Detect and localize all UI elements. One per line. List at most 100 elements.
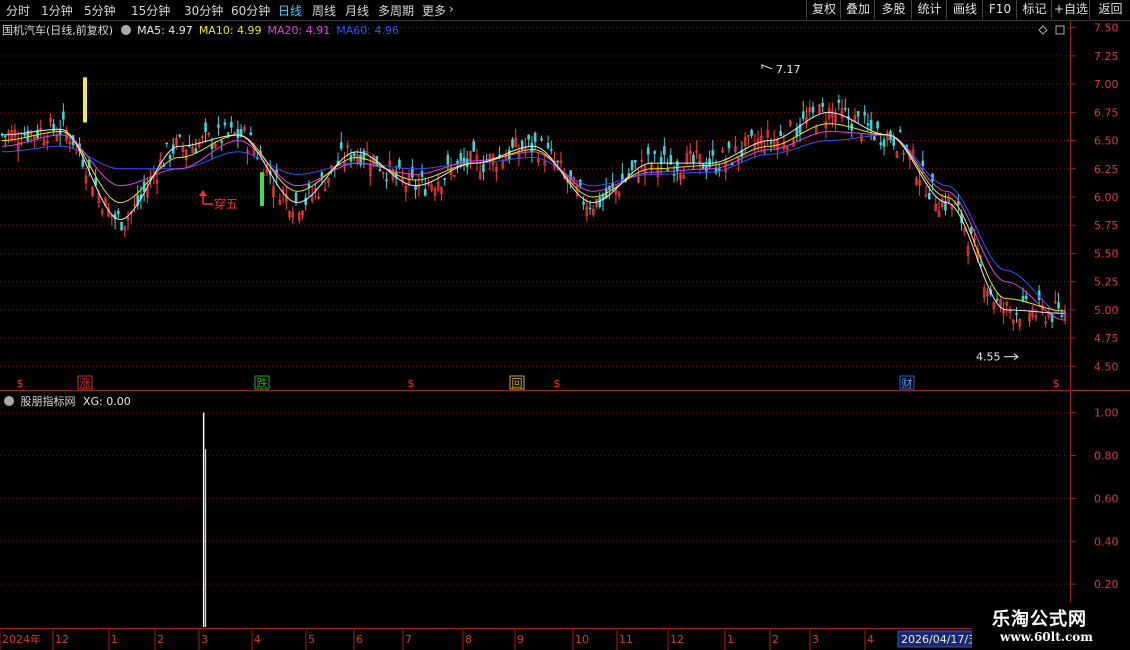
toolbar-button-4[interactable]: 画线 [946, 0, 983, 19]
candle-body [230, 121, 233, 128]
candle-body [873, 136, 876, 140]
candle-body [443, 178, 446, 180]
date-label-8: 7 [405, 633, 412, 646]
candle-body [527, 134, 530, 140]
sub-legend: 股朋指标网 XG: 0.00 [2, 393, 131, 409]
date-label-1: 12 [55, 633, 69, 646]
candle-body [549, 149, 553, 151]
candle-body [81, 159, 85, 167]
settings-circle-icon[interactable] [120, 25, 131, 35]
toolbar-button-5[interactable]: F10 [982, 0, 1017, 19]
y-tick-label-6: 6.00 [1094, 191, 1119, 204]
period-tab-7[interactable]: 周线 [312, 2, 336, 19]
xg-value: XG: 0.00 [83, 395, 131, 408]
candle-body [821, 102, 824, 107]
toolbar-button-7[interactable]: +自选 [1051, 0, 1090, 19]
date-label-9: 8 [465, 633, 472, 646]
period-tab-8[interactable]: 月线 [345, 2, 369, 19]
ma-legend-item-0: MA5: 4.97 [137, 24, 193, 37]
ma-line-MA5 [2, 111, 1065, 314]
sub-y-tick-label-0: 1.00 [1094, 407, 1119, 420]
candle-body [882, 139, 886, 147]
signal-arrow-head [199, 190, 207, 196]
period-tab-6[interactable]: 日线 [278, 2, 302, 19]
date-label-14: 1 [727, 633, 734, 646]
period-tab-10[interactable]: 更多 [422, 2, 446, 19]
candle-body [1021, 296, 1025, 301]
date-label-16: 3 [812, 633, 819, 646]
date-label-5: 4 [254, 633, 261, 646]
candle-body [58, 129, 62, 136]
candle-body [168, 155, 172, 160]
y-tick-label-4: 6.50 [1094, 135, 1119, 148]
candle-body [178, 134, 182, 137]
candle-body [779, 131, 782, 136]
date-label-3: 2 [157, 633, 164, 646]
kline-chart[interactable]: 7.50 7.25 7.00 6.75 6.50 6.25 6.00 5.75 5.50 5.25… [0, 0, 1130, 650]
candle-body [249, 132, 253, 136]
candle-body [750, 130, 753, 136]
candle-body [385, 179, 388, 182]
low-label: 4.55 [976, 351, 1001, 364]
candle-body [795, 128, 799, 137]
toolbar-button-8[interactable]: 返回 [1089, 0, 1130, 19]
candle-body [663, 146, 666, 155]
date-label-6: 5 [308, 633, 315, 646]
candle-body [588, 207, 592, 210]
toolbar-button-1[interactable]: 叠加 [840, 0, 875, 19]
date-label-11: 10 [575, 633, 589, 646]
toolbar-button-0[interactable]: 复权 [806, 0, 841, 19]
candle-body [472, 141, 476, 152]
candle-body [801, 111, 805, 119]
event-marker-0: $ [17, 377, 24, 390]
candle-body [546, 142, 550, 149]
candle-body [879, 142, 883, 146]
candle-body [717, 168, 721, 171]
toolbar-button-3[interactable]: 统计 [911, 0, 947, 19]
candle-body [666, 169, 669, 171]
period-tab-5[interactable]: 60分钟 [231, 2, 270, 19]
candle-body [540, 138, 543, 141]
sub-settings-circle-icon[interactable] [4, 396, 14, 406]
candle-body [3, 135, 7, 138]
candle-body [582, 201, 585, 205]
candle-body [117, 210, 120, 215]
sub-y-tick-label-4: 0.20 [1094, 578, 1119, 591]
candle-body [769, 141, 773, 144]
candle-body [653, 151, 656, 154]
candle-body [459, 153, 463, 162]
candle-body [727, 141, 731, 149]
moving-average-lines [1, 111, 1066, 321]
candle-body [223, 122, 227, 126]
candle-body [482, 164, 485, 172]
toolbar-button-6[interactable]: 标记 [1016, 0, 1052, 19]
date-label-2: 1 [111, 633, 118, 646]
event-marker-1: 涨 [80, 377, 91, 390]
candle-body [921, 160, 925, 167]
candle-body [863, 111, 866, 116]
period-tab-9[interactable]: 多周期 [378, 2, 414, 19]
more-chevron-icon[interactable]: › [449, 2, 454, 16]
candle-body [630, 160, 634, 171]
period-tab-2[interactable]: 5分钟 [84, 2, 116, 19]
period-tab-3[interactable]: 15分钟 [131, 2, 170, 19]
candle-body [423, 189, 427, 196]
sub-y-tick-label-1: 0.80 [1094, 450, 1119, 463]
candle-body [398, 159, 401, 169]
candle-body [811, 106, 815, 113]
period-tab-0[interactable]: 分时 [6, 2, 30, 19]
watermark-logo: 乐淘公式网 www.60lt.com [972, 603, 1130, 650]
period-tab-4[interactable]: 30分钟 [184, 2, 223, 19]
candle-body [236, 129, 240, 139]
candle-body [220, 140, 224, 143]
period-tab-1[interactable]: 1分钟 [41, 2, 73, 19]
price-axis: 7.50 7.25 7.00 6.75 6.50 6.25 6.00 5.75 5.50 5.25… [1070, 22, 1119, 591]
grid-lines [0, 19, 1130, 630]
date-label-12: 11 [619, 633, 633, 646]
candle-body [465, 158, 469, 167]
event-marker-3: $ [408, 377, 415, 390]
toolbar-button-2[interactable]: 多股 [874, 0, 912, 19]
high-pointer [761, 64, 773, 70]
candle-body [320, 172, 324, 177]
event-marker-6: 财 [902, 376, 913, 390]
